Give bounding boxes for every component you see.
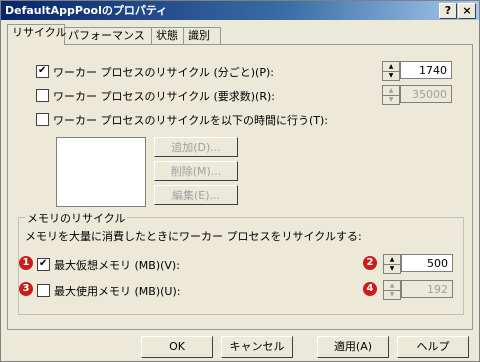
recycle-panel: ワーカー プロセスのリサイクル (分ごと)(P): ▲ ▼ 1740 ワーカー … bbox=[7, 44, 473, 330]
max-virtual-memory-checkbox[interactable] bbox=[37, 258, 50, 271]
apply-button[interactable]: 適用(A) bbox=[317, 336, 389, 358]
help-button[interactable]: ヘルプ bbox=[397, 336, 469, 358]
help-title-button[interactable]: ? bbox=[439, 3, 457, 19]
spin-down-icon[interactable]: ▼ bbox=[384, 264, 400, 273]
memory-description: メモリを大量に消費したときにワーカー プロセスをリサイクルする: bbox=[25, 230, 362, 243]
spin-down-icon[interactable]: ▼ bbox=[384, 290, 400, 299]
recycle-requests-label: ワーカー プロセスのリサイクル (要求数)(R): bbox=[53, 90, 275, 103]
max-virtual-memory-label: 最大仮想メモリ (MB)(V): bbox=[54, 259, 180, 272]
recycle-requests-input[interactable]: 35000 bbox=[400, 85, 452, 103]
schedule-times-list[interactable] bbox=[56, 137, 146, 207]
tab-status[interactable]: 状態 bbox=[151, 27, 185, 45]
properties-dialog: DefaultAppPoolのプロパティ ? × リサイクル パフォーマンス 状… bbox=[0, 0, 480, 362]
recycle-minutes-spinner[interactable]: ▲ ▼ bbox=[382, 61, 400, 81]
recycle-schedule-label: ワーカー プロセスのリサイクルを以下の時間に行う(T): bbox=[53, 114, 328, 127]
tab-performance[interactable]: パフォーマンス bbox=[63, 27, 153, 45]
spin-down-icon[interactable]: ▼ bbox=[383, 71, 399, 80]
ok-button[interactable]: OK bbox=[141, 336, 213, 358]
tab-identity[interactable]: 識別 bbox=[183, 27, 221, 45]
cancel-button[interactable]: キャンセル bbox=[221, 336, 293, 358]
delete-time-button[interactable]: 削除(M)... bbox=[154, 161, 238, 181]
memory-group-title: メモリのリサイクル bbox=[25, 210, 128, 226]
tab-recycle[interactable]: リサイクル bbox=[7, 24, 66, 45]
recycle-schedule-checkbox[interactable] bbox=[36, 113, 49, 126]
recycle-requests-spinner[interactable]: ▲ ▼ bbox=[382, 85, 400, 105]
max-virtual-memory-spinner[interactable]: ▲ ▼ bbox=[383, 254, 401, 274]
edit-time-button[interactable]: 編集(E)... bbox=[154, 185, 238, 205]
memory-recycle-group: メモリのリサイクル メモリを大量に消費したときにワーカー プロセスをリサイクルす… bbox=[18, 210, 464, 315]
max-virtual-memory-input[interactable]: 500 bbox=[401, 254, 453, 272]
recycle-minutes-label: ワーカー プロセスのリサイクル (分ごと)(P): bbox=[53, 66, 274, 79]
add-time-button[interactable]: 追加(D)... bbox=[154, 137, 238, 157]
recycle-minutes-input[interactable]: 1740 bbox=[400, 61, 452, 79]
annotation-badge-3: 3 bbox=[19, 282, 33, 296]
max-used-memory-spinner[interactable]: ▲ ▼ bbox=[383, 280, 401, 300]
max-used-memory-label: 最大使用メモリ (MB)(U): bbox=[54, 285, 181, 298]
spin-down-icon[interactable]: ▼ bbox=[383, 95, 399, 104]
max-used-memory-input[interactable]: 192 bbox=[401, 280, 453, 298]
annotation-badge-1: 1 bbox=[19, 256, 33, 270]
window-title: DefaultAppPoolのプロパティ bbox=[5, 4, 168, 17]
close-title-button[interactable]: × bbox=[458, 3, 476, 19]
annotation-badge-2: 2 bbox=[363, 256, 377, 270]
title-bar: DefaultAppPoolのプロパティ ? × bbox=[1, 1, 479, 20]
recycle-requests-checkbox[interactable] bbox=[36, 89, 49, 102]
max-used-memory-checkbox[interactable] bbox=[37, 284, 50, 297]
recycle-minutes-checkbox[interactable] bbox=[36, 65, 49, 78]
annotation-badge-4: 4 bbox=[363, 282, 377, 296]
